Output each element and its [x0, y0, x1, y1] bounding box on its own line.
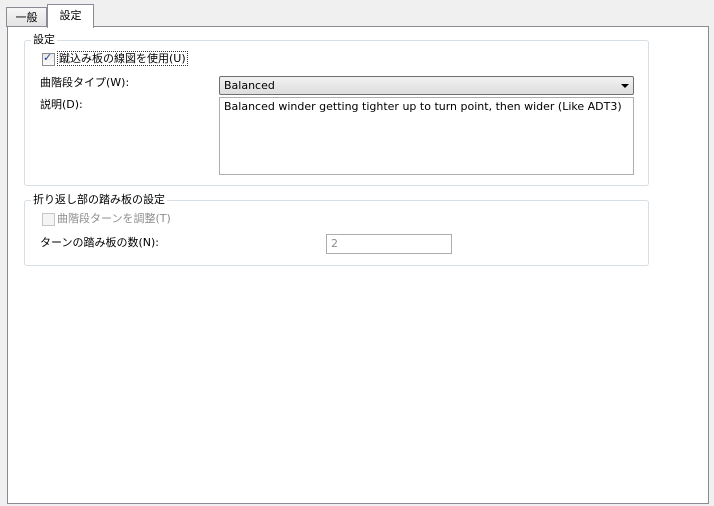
- curved-type-label: 曲階段タイプ(W):: [40, 76, 130, 89]
- description-textbox[interactable]: Balanced winder getting tighter up to tu…: [219, 97, 634, 175]
- settings-panel: 設定 ✓ 蹴込み板の線図を使用(U) 曲階段タイプ(W): Balanced 説…: [7, 26, 709, 504]
- tab-settings[interactable]: 設定: [47, 4, 94, 28]
- tab-general[interactable]: 一般: [6, 7, 47, 27]
- description-label: 説明(D):: [40, 98, 83, 111]
- adjust-turn-label: 曲階段ターンを調整(T): [57, 212, 171, 225]
- use-winder-lines-checkbox[interactable]: ✓: [42, 51, 55, 66]
- turn-treads-label: ターンの踏み板の数(N):: [40, 236, 159, 249]
- use-winder-lines-label[interactable]: 蹴込み板の線図を使用(U): [57, 51, 188, 66]
- curved-type-select[interactable]: Balanced: [219, 76, 634, 95]
- turn-treads-input[interactable]: 2: [326, 234, 452, 254]
- checkmark-icon: ✓: [43, 51, 53, 64]
- turn-treads-group: 折り返し部の踏み板の設定: [24, 193, 649, 266]
- turn-treads-value: 2: [331, 237, 338, 250]
- chevron-down-icon: [621, 84, 629, 88]
- settings-group-title: 設定: [31, 33, 57, 47]
- use-winder-lines-label-text: 蹴込み板の線図を使用(U): [57, 51, 188, 66]
- stair-settings-dialog: 一般 設定 設定 ✓ 蹴込み板の線図を使用(U) 曲階段タイプ(W): Bala…: [0, 0, 714, 506]
- description-text: Balanced winder getting tighter up to tu…: [224, 100, 622, 113]
- turn-treads-group-title: 折り返し部の踏み板の設定: [31, 193, 167, 207]
- adjust-turn-checkbox[interactable]: [42, 213, 55, 226]
- curved-type-value: Balanced: [224, 79, 275, 92]
